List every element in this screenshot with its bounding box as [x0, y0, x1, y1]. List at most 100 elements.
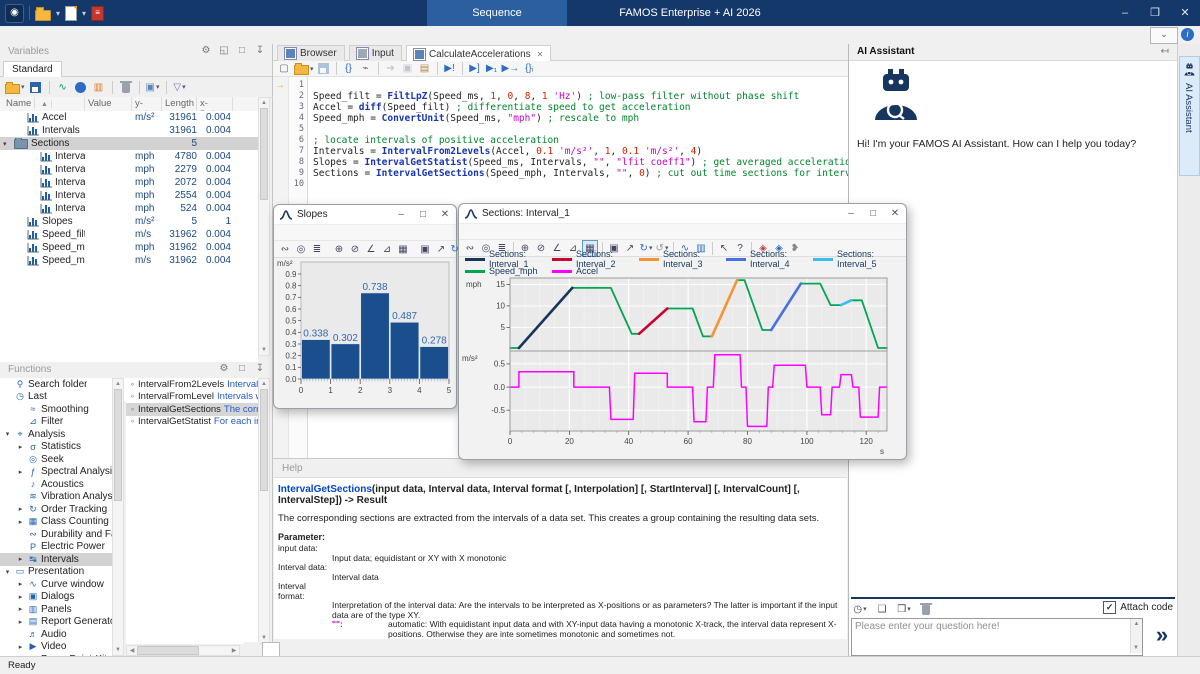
ai-assistant-side-tab[interactable]: AI Assistant: [1179, 56, 1200, 176]
tree-vibration-analysis[interactable]: ≋ Vibration Analysis: [0, 491, 112, 504]
menu-item[interactable]: [438, 26, 446, 44]
show-panel-icon[interactable]: ▥ ▾: [92, 80, 106, 95]
run-icon[interactable]: ▶! ▾: [443, 61, 457, 76]
window-menu-item[interactable]: [338, 225, 352, 240]
window-menu-item[interactable]: [310, 225, 324, 240]
window-menu-item[interactable]: [282, 225, 296, 240]
copy-icon[interactable]: ▣ ▾: [418, 242, 432, 257]
new-chat-icon[interactable]: ❑ ▾: [875, 602, 889, 617]
expander-icon[interactable]: ▾: [3, 140, 11, 148]
gear-icon[interactable]: ⚙: [218, 363, 230, 374]
slope-icon[interactable]: ⊿ ▾: [380, 242, 394, 257]
IntervalFrom2Levels[interactable]: ∘ IntervalFrom2Levels Intervals are deri…: [126, 378, 258, 391]
delete-variable-icon[interactable]: ▾: [119, 80, 133, 95]
tree-search-folder[interactable]: ⚲ Search folder: [0, 378, 112, 391]
pin-panel-icon[interactable]: ↧: [254, 45, 266, 56]
editor-tab[interactable]: CalculateAccelerations ✕: [406, 45, 551, 62]
toolbar-icon[interactable]: [462, 62, 463, 75]
checkbox-checked-icon[interactable]: ✓: [1103, 601, 1116, 614]
new-sequence-icon[interactable]: ▢ ▾: [277, 61, 291, 76]
slopes-bar-chart[interactable]: m/s²0.00.10.20.30.40.50.60.70.80.90.3380…: [275, 257, 454, 410]
paste-icon[interactable]: ▤ ▾: [418, 61, 432, 76]
functions-list-hscrollbar[interactable]: ◀▶: [126, 645, 240, 656]
tree-seek[interactable]: ◎ Seek: [0, 453, 112, 466]
pin-panel-icon[interactable]: ↧: [254, 363, 266, 374]
variables-tab-standard[interactable]: Standard: [3, 61, 62, 77]
tree-statistics[interactable]: ▸ σ Statistics: [0, 441, 112, 454]
info-icon[interactable]: i: [1181, 28, 1194, 41]
sections-titlebar[interactable]: Sections: Interval_1 – □ ✕: [459, 204, 906, 224]
recent-icon[interactable]: ≡: [91, 6, 104, 21]
tree-durability[interactable]: ∾ Durability and Fatigue: [0, 528, 112, 541]
expander-icon[interactable]: ▸: [16, 593, 25, 601]
help-bottom-tab[interactable]: [282, 642, 298, 656]
Slopes[interactable]: Slopes m/s² 5 1: [0, 215, 258, 228]
window-mode-icon[interactable]: ▣ ▾: [146, 80, 160, 95]
window-menu-item[interactable]: [296, 225, 310, 240]
toolbar-icon[interactable]: [139, 81, 140, 94]
Sections[interactable]: ▾ Sections 5: [0, 137, 258, 150]
editor-tab[interactable]: Browser: [277, 45, 345, 61]
maximize-button[interactable]: □: [412, 209, 434, 220]
properties-icon[interactable]: ▾: [74, 80, 88, 95]
run-to-cursor-icon[interactable]: ▶] ▾: [468, 61, 482, 76]
tree-audio[interactable]: ♬ Audio: [0, 628, 112, 641]
Interval_2[interactable]: Interval_2 mph 2279 0.004: [0, 163, 258, 176]
tree-report-generator[interactable]: ▸ ▤ Report Generator: [0, 616, 112, 629]
tree-video[interactable]: ▸ ▶ Video: [0, 641, 112, 654]
pin-panel-icon[interactable]: ↤: [1161, 46, 1169, 57]
window-menu-item[interactable]: [495, 224, 509, 239]
expander-icon[interactable]: ▸: [16, 580, 25, 588]
maximize-button[interactable]: □: [862, 208, 884, 219]
tree-class-counting[interactable]: ▸ ▦ Class Counting: [0, 516, 112, 529]
tree-dialogs[interactable]: ▸ ▣ Dialogs: [0, 591, 112, 604]
toolbar-options-button[interactable]: ⌄: [1150, 27, 1178, 44]
tree-acoustics[interactable]: ♪ Acoustics: [0, 478, 112, 491]
open-sequence-icon[interactable]: ▾: [294, 61, 314, 76]
menu-item[interactable]: [535, 26, 543, 44]
help-bottom-tab[interactable]: [262, 642, 280, 656]
filter-variables-icon[interactable]: ▽ ▾: [173, 80, 187, 95]
tree-intervals[interactable]: ▸ ↹ Intervals: [0, 553, 112, 566]
ai-input-scrollbar[interactable]: ▲▼: [1130, 619, 1142, 653]
toolbar-icon[interactable]: [49, 81, 50, 94]
ai-question-input[interactable]: Please enter your question here! ▲▼: [851, 618, 1143, 656]
slopes-titlebar[interactable]: Slopes – □ ✕: [274, 205, 456, 225]
menu-item[interactable]: [24, 26, 32, 44]
show-curve-icon[interactable]: ∿ ▾: [56, 80, 70, 95]
search-icon[interactable]: ◎ ▾: [294, 242, 308, 257]
run-single-step-icon[interactable]: ▶₁ ▾: [485, 61, 499, 76]
tree-filter[interactable]: ⊿ Filter: [0, 416, 112, 429]
new-dropdown-icon[interactable]: ▾: [82, 9, 86, 18]
maximize-button[interactable]: ❒: [1140, 0, 1170, 26]
editor-tab[interactable]: Input: [349, 45, 402, 61]
sections-line-chart[interactable]: 51015-0.50.00.5mphm/s²020406080100120s: [460, 277, 903, 459]
Speed_mph[interactable]: Speed_mph mph 31962 0.004: [0, 241, 258, 254]
menu-item[interactable]: [104, 26, 112, 44]
tree-smoothing[interactable]: ≈ Smoothing: [0, 403, 112, 416]
copy-icon[interactable]: ▣ ▾: [401, 61, 415, 76]
window-menu-item[interactable]: [523, 224, 537, 239]
attach-code-option[interactable]: ✓ Attach code: [1103, 601, 1173, 614]
help-bottom-tab[interactable]: [244, 642, 260, 656]
expander-icon[interactable]: ▸: [16, 555, 25, 563]
zoom-off-icon[interactable]: ⊘ ▾: [348, 242, 362, 257]
toolbar-icon[interactable]: [336, 62, 337, 75]
sections-curve-window[interactable]: Sections: Interval_1 – □ ✕ ∾ ▾ ◎ ▾ ≣ ▾ ⊕…: [458, 203, 907, 460]
window-menu-item[interactable]: [324, 225, 338, 240]
variables-scrollbar[interactable]: ▲▼: [258, 97, 270, 356]
open-variable-icon[interactable]: ▾: [5, 80, 25, 95]
Speed_ms[interactable]: Speed_ms m/s 31962 0.004: [0, 254, 258, 267]
float-panel-icon[interactable]: ◱: [218, 45, 230, 56]
tree-last[interactable]: ◷ Last: [0, 391, 112, 404]
expander-icon[interactable]: ▸: [16, 505, 25, 513]
Interval_4[interactable]: Interval_4 mph 2554 0.004: [0, 189, 258, 202]
expander-icon[interactable]: ▸: [16, 643, 25, 651]
close-button[interactable]: ✕: [434, 209, 456, 220]
tree-curve-window[interactable]: ▸ ∿ Curve window: [0, 578, 112, 591]
run-next-icon[interactable]: ▶→ ▾: [502, 61, 520, 76]
tree-analysis[interactable]: ▾ ⌖ Analysis: [0, 428, 112, 441]
tree-spectral-analysis[interactable]: ▸ ƒ Spectral Analysis: [0, 466, 112, 479]
grid-icon[interactable]: ▦ ▾: [396, 242, 410, 257]
delete-chat-icon[interactable]: ▾: [919, 602, 933, 617]
